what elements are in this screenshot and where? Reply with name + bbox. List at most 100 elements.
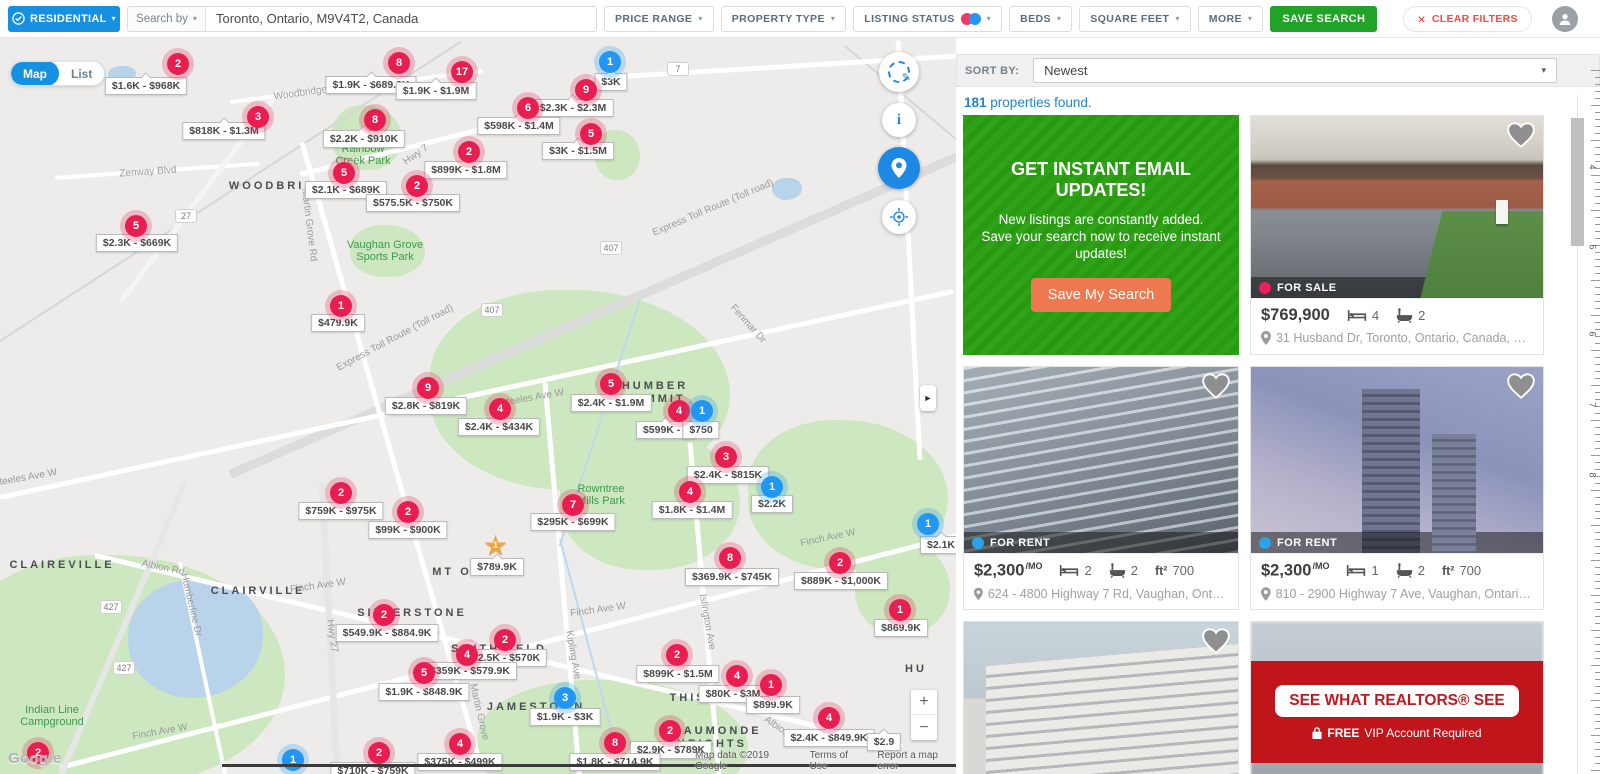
map-pin-price-label[interactable]: $2.4K - $1.9M	[571, 394, 652, 412]
map-cluster-pin[interactable]: 3	[715, 446, 737, 468]
map-pin-price-label[interactable]: $1.8K - $714.9K	[569, 753, 660, 771]
save-my-search-button[interactable]: Save My Search	[1031, 278, 1171, 312]
map-cluster-pin[interactable]: 5	[600, 373, 622, 395]
map-pin-price-label[interactable]: $750	[682, 421, 719, 439]
listing-photo[interactable]	[964, 622, 1238, 774]
square-feet-filter[interactable]: SQUARE FEET ▾	[1079, 6, 1191, 32]
map-pin-price-label[interactable]: $375K - $499K	[417, 753, 502, 771]
map-pin-price-label[interactable]: $2.4K - $815K	[687, 466, 769, 484]
map-cluster-pin[interactable]: 17	[451, 61, 473, 83]
map-cluster-pin[interactable]: 8	[388, 52, 410, 74]
map-pin-price-label[interactable]: $2.4K - $849.9K	[783, 729, 874, 747]
more-filter[interactable]: MORE ▾	[1198, 6, 1264, 32]
map-pin-price-label[interactable]: $598K - $1.4M	[477, 117, 560, 135]
location-search-input[interactable]	[206, 7, 596, 31]
tab-list[interactable]: List	[59, 61, 104, 86]
map-cluster-pin[interactable]: 2	[397, 501, 419, 523]
map-pin-price-label[interactable]: $1.6K - $968K	[105, 77, 187, 95]
zoom-out-button[interactable]: −	[911, 715, 937, 740]
listing-card[interactable]: FOR RENT $2,300/MO 1 2	[1250, 366, 1544, 610]
map-pin-price-label[interactable]: $2.1K	[920, 536, 956, 554]
property-type-filter[interactable]: PROPERTY TYPE ▾	[721, 6, 847, 32]
map-cluster-pin[interactable]: 3	[554, 687, 576, 709]
map-cluster-pin[interactable]: 1	[917, 513, 939, 535]
listing-photo[interactable]: FOR RENT	[964, 367, 1238, 553]
map-cluster-pin[interactable]: 2	[494, 629, 516, 651]
map-cluster-pin[interactable]: 4	[668, 400, 690, 422]
map-cluster-pin[interactable]: 5	[333, 162, 355, 184]
price-range-filter[interactable]: PRICE RANGE ▾	[604, 6, 714, 32]
panel-collapse-arrow[interactable]: ►	[920, 385, 936, 411]
map-cluster-pin[interactable]: 2	[659, 720, 681, 742]
favorite-heart-icon[interactable]	[1202, 373, 1230, 404]
map-cluster-pin[interactable]: 4	[726, 665, 748, 687]
map-cluster-pin[interactable]: 9	[417, 377, 439, 399]
map-pin-price-label[interactable]: $369.9K - $745K	[685, 568, 779, 586]
map-cluster-pin[interactable]: 3	[247, 106, 269, 128]
map-pin-price-label[interactable]: $899.9K	[746, 696, 800, 714]
map-cluster-pin[interactable]: 2	[368, 742, 390, 764]
vip-promo-card[interactable]: SEE WHAT REALTORS® SEE FREE VIP Account …	[1250, 621, 1544, 774]
map-cluster-pin[interactable]: 5	[580, 123, 602, 145]
map-cluster-pin[interactable]: 4	[489, 398, 511, 420]
listing-status-filter[interactable]: LISTING STATUS ▾	[853, 6, 1002, 32]
map-star-pin[interactable]: ★1	[483, 533, 513, 563]
map-pin-price-label[interactable]: $899K - $1.8M	[424, 161, 507, 179]
map-pin-price-label[interactable]: $2.9	[867, 733, 901, 751]
map-pin-price-label[interactable]: $2.2K - $910K	[323, 130, 405, 148]
map-cluster-pin[interactable]: 8	[364, 109, 386, 131]
map-cluster-pin[interactable]: 1	[282, 749, 304, 771]
map-cluster-pin[interactable]: 7	[562, 494, 584, 516]
favorite-heart-icon[interactable]	[1202, 628, 1230, 659]
map-cluster-pin[interactable]: 8	[604, 732, 626, 754]
map-pin-price-label[interactable]: $1.8K - $1.4M	[652, 501, 733, 519]
listing-photo[interactable]: FOR RENT	[1251, 367, 1543, 553]
my-location-button[interactable]	[882, 200, 916, 234]
map-cluster-pin[interactable]: 2	[373, 604, 395, 626]
map-cluster-pin[interactable]: 2	[406, 175, 428, 197]
map-cluster-pin[interactable]: 2	[330, 482, 352, 504]
map-pin-price-label[interactable]: $1.9K - $1.9M	[396, 82, 477, 100]
map[interactable]: WOODBRIDGEHUMBERSUMMITCLAIREVILLECLAIRVI…	[0, 38, 956, 774]
listing-photo[interactable]: FOR SALE	[1251, 116, 1543, 298]
map-cluster-pin[interactable]: 2	[167, 53, 189, 75]
user-avatar[interactable]	[1552, 6, 1578, 32]
map-cluster-pin[interactable]: 1	[889, 599, 911, 621]
map-cluster-pin[interactable]: 2	[829, 552, 851, 574]
listing-card[interactable]: FOR SALE $769,900 4 2	[1250, 115, 1544, 355]
map-cluster-pin[interactable]: 9	[575, 79, 597, 101]
scrollbar-thumb[interactable]	[1571, 118, 1584, 246]
map-pin-price-label[interactable]: $889K - $1,000K	[794, 572, 888, 590]
map-cluster-pin[interactable]: 4	[818, 707, 840, 729]
map-pin-price-label[interactable]: $759K - $975K	[298, 502, 383, 520]
favorite-heart-icon[interactable]	[1507, 122, 1535, 153]
map-cluster-pin[interactable]: 4	[449, 733, 471, 755]
tab-map[interactable]: Map	[11, 61, 59, 86]
map-pin-price-label[interactable]: $3K - $1.5M	[542, 142, 614, 160]
favorite-heart-icon[interactable]	[1507, 373, 1535, 404]
see-what-realtors-see-button[interactable]: SEE WHAT REALTORS® SEE	[1275, 685, 1519, 717]
map-pin-price-label[interactable]: $2.3K - $2.3M	[533, 99, 614, 117]
map-cluster-pin[interactable]: 1	[691, 400, 713, 422]
map-pin-mode-button[interactable]	[878, 147, 920, 189]
map-cluster-pin[interactable]: 4	[456, 644, 478, 666]
map-cluster-pin[interactable]: 1	[330, 295, 352, 317]
map-pin-price-label[interactable]: $899K - $1.5M	[636, 665, 719, 683]
map-pin-price-label[interactable]: $2.8K - $819K	[385, 397, 467, 415]
sort-select[interactable]: Newest ▾	[1033, 58, 1557, 83]
save-search-button[interactable]: SAVE SEARCH	[1270, 6, 1377, 32]
map-cluster-pin[interactable]: 5	[125, 215, 147, 237]
map-cluster-pin[interactable]: 1	[599, 51, 621, 73]
listing-status-toggle-icon[interactable]	[961, 13, 981, 25]
map-pin-price-label[interactable]: $575.5K - $750K	[366, 194, 460, 212]
search-by-dropdown[interactable]: Search by ▾	[128, 7, 206, 31]
map-pin-price-label[interactable]: $3K	[594, 73, 627, 91]
map-pin-price-label[interactable]: $1.9K - $848.9K	[378, 683, 469, 701]
map-pin-price-label[interactable]: $549.9K - $884.9K	[336, 624, 439, 642]
map-pin-price-label[interactable]: $1.9K - $3K	[530, 708, 601, 726]
map-cluster-pin[interactable]: 8	[719, 547, 741, 569]
map-cluster-pin[interactable]: 1	[760, 674, 782, 696]
zoom-in-button[interactable]: +	[911, 690, 937, 715]
map-cluster-pin[interactable]: 6	[517, 97, 539, 119]
map-cluster-pin[interactable]: 4	[679, 481, 701, 503]
